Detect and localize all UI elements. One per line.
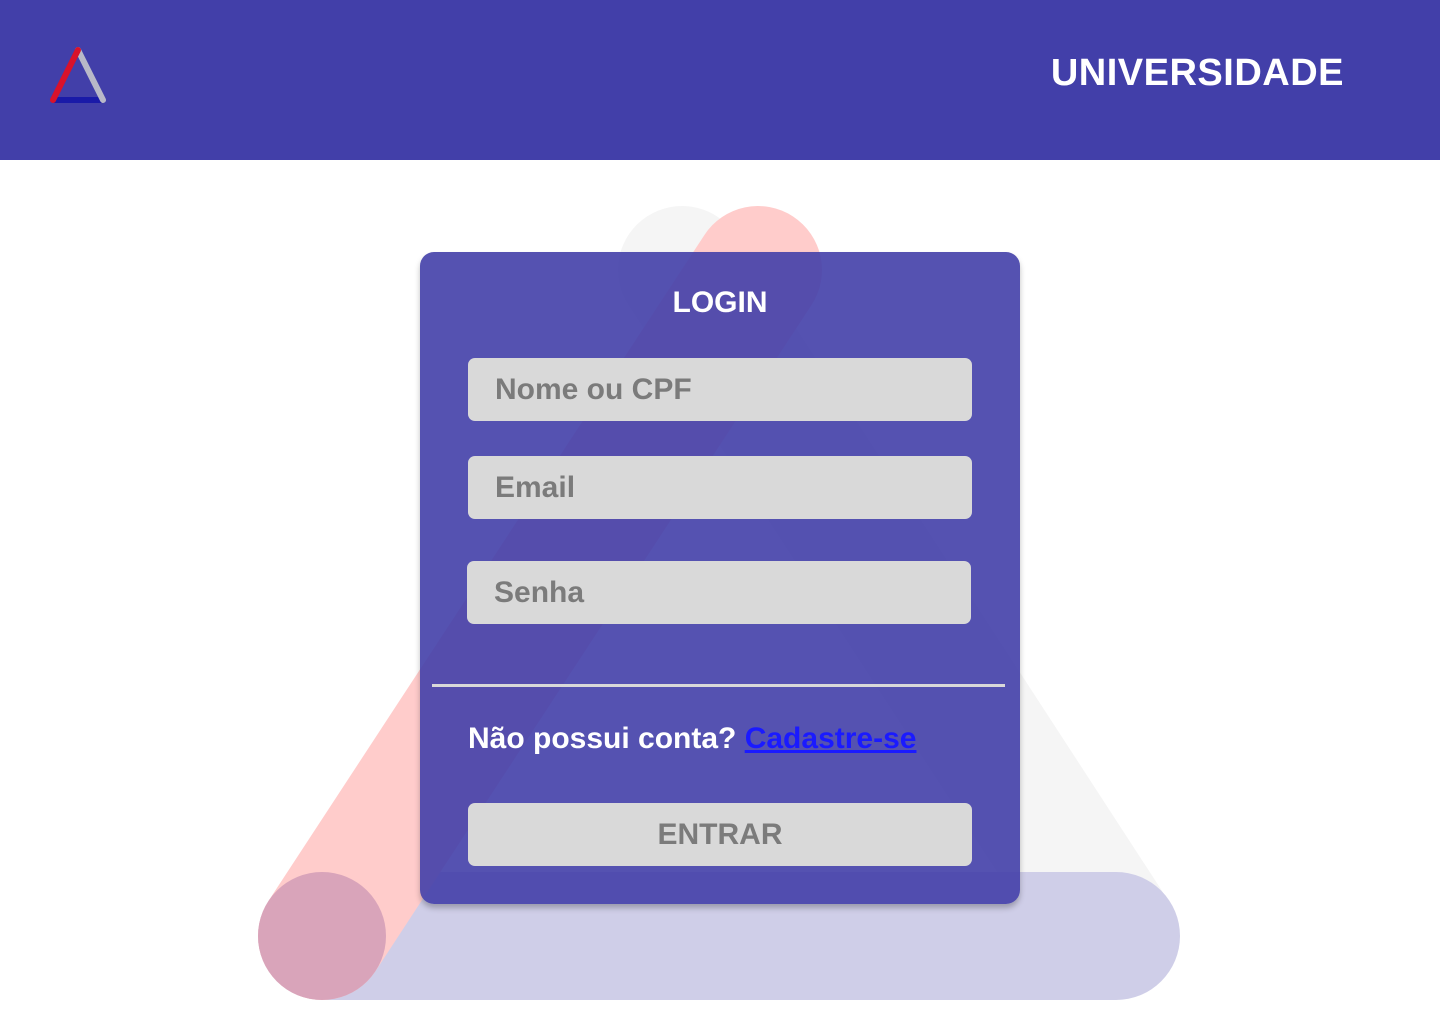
triangle-logo-icon bbox=[50, 47, 106, 103]
email-input[interactable] bbox=[468, 456, 972, 519]
university-brand: UNIVERSIDADE bbox=[1050, 52, 1344, 94]
password-input[interactable] bbox=[467, 561, 971, 624]
signup-prompt: Não possui conta? Cadastre-se bbox=[468, 722, 916, 756]
login-title: LOGIN bbox=[672, 286, 768, 319]
signup-link[interactable]: Cadastre-se bbox=[745, 722, 917, 755]
top-header: UNIVERSIDADE bbox=[0, 0, 1440, 160]
signup-prompt-text: Não possui conta? bbox=[468, 722, 737, 755]
name-or-cpf-input[interactable] bbox=[468, 358, 972, 421]
divider bbox=[432, 684, 1005, 687]
enter-button[interactable]: ENTRAR bbox=[468, 803, 972, 866]
